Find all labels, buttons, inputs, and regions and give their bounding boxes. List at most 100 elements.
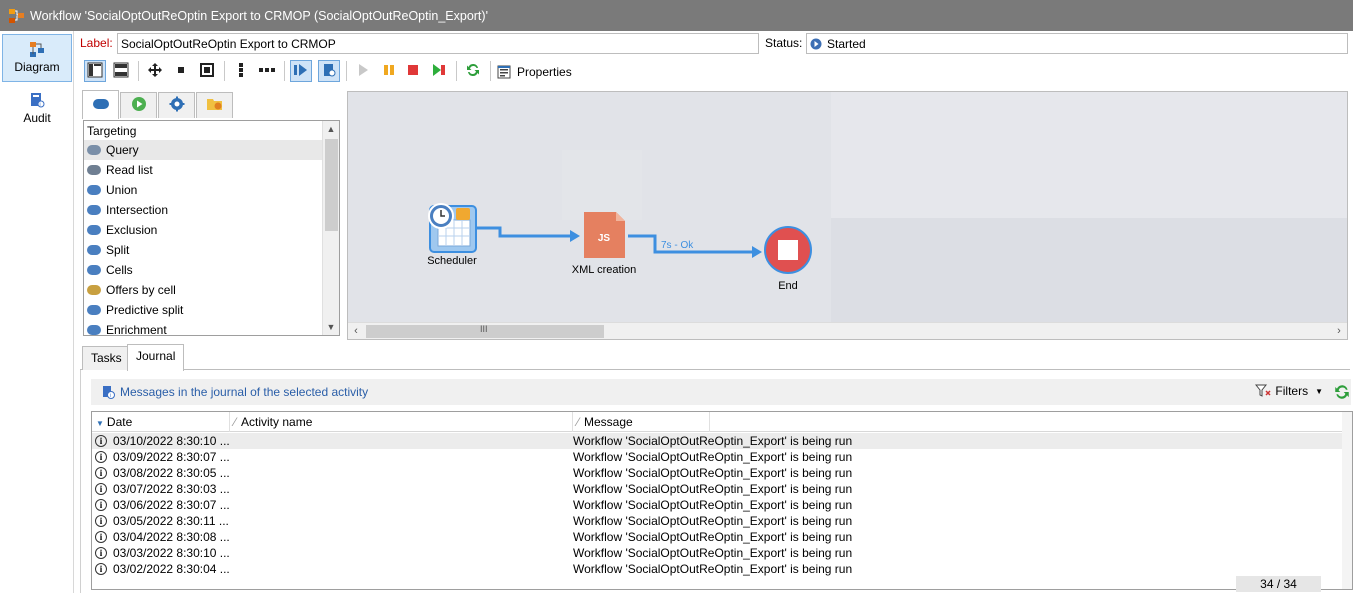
- journal-panel: i Messages in the journal of the selecte…: [80, 370, 1353, 593]
- play-stop-icon: [431, 62, 447, 81]
- fit-icon: [199, 62, 215, 81]
- tab-targeting[interactable]: [82, 90, 119, 119]
- diagram-nav-button[interactable]: Diagram: [2, 34, 72, 82]
- label-field-value: SocialOptOutReOptin Export to CRMOP: [121, 37, 336, 51]
- started-status-icon: [810, 38, 822, 50]
- palette-item-predictive-split[interactable]: Predictive split: [84, 300, 339, 320]
- bottom-tabs: Tasks Journal: [80, 344, 1350, 371]
- palette-scrollbar[interactable]: ▲ ▼: [322, 121, 339, 335]
- table-row[interactable]: i 03/03/2022 8:30:10 ... Workflow 'SocialO…: [92, 545, 1342, 561]
- journal-scrollbar[interactable]: [1342, 412, 1352, 589]
- layout-vertical-button[interactable]: [84, 60, 106, 82]
- table-row[interactable]: i 03/09/2022 8:30:07 ... Workflow 'SocialO…: [92, 449, 1342, 465]
- audit-nav-button[interactable]: i Audit: [2, 86, 72, 134]
- table-row[interactable]: i 03/02/2022 8:30:04 ... Workflow 'SocialO…: [92, 561, 1342, 577]
- table-row[interactable]: i 03/08/2022 8:30:05 ... Workflow 'SocialO…: [92, 465, 1342, 481]
- tab-flow-control[interactable]: [120, 92, 157, 118]
- canvas-scroll-thumb[interactable]: III: [366, 324, 604, 338]
- journal-refresh-icon: [1333, 385, 1351, 404]
- row-date: 03/05/2022 8:30:11 ...: [113, 514, 229, 528]
- unconditional-stop-button[interactable]: [428, 60, 450, 82]
- audit-mode-button[interactable]: [318, 60, 340, 82]
- row-message: Workflow 'SocialOptOutReOptin_Export' is…: [573, 434, 853, 448]
- table-row[interactable]: i 03/05/2022 8:30:11 ... Workflow 'SocialO…: [92, 513, 1342, 529]
- palette-item-cells[interactable]: Cells: [84, 260, 339, 280]
- palette-item-split[interactable]: Split: [84, 240, 339, 260]
- tab-events[interactable]: [196, 92, 233, 118]
- svg-text:i: i: [110, 393, 111, 399]
- query-icon: [86, 143, 102, 157]
- pause-button[interactable]: [378, 60, 400, 82]
- label-field[interactable]: SocialOptOutReOptin Export to CRMOP: [117, 33, 759, 54]
- row-date: 03/09/2022 8:30:07 ...: [113, 450, 230, 464]
- start-button[interactable]: [352, 60, 374, 82]
- palette-item-union[interactable]: Union: [84, 180, 339, 200]
- start-step-button[interactable]: [290, 60, 312, 82]
- palette-item-offers-by-cell[interactable]: Offers by cell: [84, 280, 339, 300]
- canvas-hscrollbar[interactable]: ‹ III ›: [348, 322, 1347, 339]
- fit-to-window-button[interactable]: [196, 60, 218, 82]
- journal-title-text: Messages in the journal of the selected …: [120, 385, 369, 399]
- workflow-canvas[interactable]: JS 7s - Ok Scheduler XML creation End ‹ …: [347, 91, 1348, 340]
- stop-button[interactable]: [402, 60, 424, 82]
- cells-icon: [86, 263, 102, 277]
- palette-item-label: Split: [106, 243, 130, 257]
- row-date: 03/06/2022 8:30:07 ...: [113, 498, 230, 512]
- scroll-up-icon[interactable]: ▲: [323, 121, 339, 137]
- properties-button[interactable]: Properties: [496, 62, 572, 82]
- table-row[interactable]: i 03/07/2022 8:30:03 ... Workflow 'SocialO…: [92, 481, 1342, 497]
- scroll-left-icon[interactable]: ‹: [348, 323, 364, 339]
- play-icon: [355, 62, 371, 81]
- layout-horizontal-icon: [113, 62, 129, 81]
- palette-item-read-list[interactable]: Read list: [84, 160, 339, 180]
- exclusion-icon: [86, 223, 102, 237]
- split-icon: [86, 243, 102, 257]
- normal-size-button[interactable]: [170, 60, 192, 82]
- tab-tasks[interactable]: Tasks: [82, 346, 131, 370]
- filters-button[interactable]: Filters ▼: [1255, 384, 1323, 398]
- end-node[interactable]: [764, 226, 812, 274]
- palette-item-exclusion[interactable]: Exclusion: [84, 220, 339, 240]
- scroll-down-icon[interactable]: ▼: [323, 319, 339, 335]
- row-message: Workflow 'SocialOptOutReOptin_Export' is…: [573, 498, 853, 512]
- row-message: Workflow 'SocialOptOutReOptin_Export' is…: [573, 546, 853, 560]
- journal-refresh-button[interactable]: [1333, 383, 1351, 401]
- scheduler-node[interactable]: [428, 203, 477, 253]
- move-button[interactable]: [144, 60, 166, 82]
- palette-item-label: Intersection: [106, 203, 169, 217]
- table-row[interactable]: i 03/10/2022 8:30:10 ... Workflow 'SocialO…: [92, 433, 1342, 449]
- palette-list: Targeting Query Read list Union Intersectio…: [83, 120, 340, 336]
- palette-tabs: [80, 90, 342, 119]
- column-activity[interactable]: ⁄ Activity name: [230, 412, 573, 432]
- window-titlebar: Workflow 'SocialOptOutReOptin Export to …: [0, 0, 1353, 31]
- scroll-right-icon[interactable]: ›: [1331, 323, 1347, 339]
- xml-creation-label: XML creation: [571, 264, 637, 276]
- tab-actions[interactable]: [158, 92, 195, 118]
- palette-scroll-thumb[interactable]: [325, 139, 338, 231]
- align-vertical-button[interactable]: [230, 60, 252, 82]
- palette-item-label: Read list: [106, 163, 153, 177]
- table-row[interactable]: i 03/04/2022 8:30:08 ... Workflow 'SocialO…: [92, 529, 1342, 545]
- status-value: Started: [827, 36, 866, 51]
- filters-label: Filters: [1275, 384, 1309, 398]
- column-date[interactable]: ▼ Date: [92, 412, 230, 432]
- column-message[interactable]: ⁄ Message: [573, 412, 710, 432]
- events-folder-tab-icon: [206, 96, 224, 115]
- palette-item-enrichment[interactable]: Enrichment: [84, 320, 339, 335]
- tab-journal[interactable]: Journal: [127, 344, 185, 371]
- palette-item-query[interactable]: Query: [84, 140, 339, 160]
- info-icon: i: [95, 515, 107, 527]
- palette-items: Query Read list Union Intersection Exclusion…: [84, 140, 339, 335]
- journal-grid-header: ▼ Date ⁄ Activity name ⁄ Message: [92, 412, 1342, 432]
- refresh-button[interactable]: [462, 60, 484, 82]
- filter-icon: [1255, 384, 1271, 398]
- palette-item-intersection[interactable]: Intersection: [84, 200, 339, 220]
- audit-icon: i: [28, 91, 46, 109]
- table-row[interactable]: i 03/06/2022 8:30:07 ... Workflow 'SocialO…: [92, 497, 1342, 513]
- align-horizontal-button[interactable]: [256, 60, 278, 82]
- row-date: 03/07/2022 8:30:03 ...: [113, 482, 230, 496]
- layout-horizontal-button[interactable]: [110, 60, 132, 82]
- move-icon: [147, 62, 163, 81]
- xml-creation-node[interactable]: JS: [584, 212, 625, 258]
- palette-item-label: Exclusion: [106, 223, 158, 237]
